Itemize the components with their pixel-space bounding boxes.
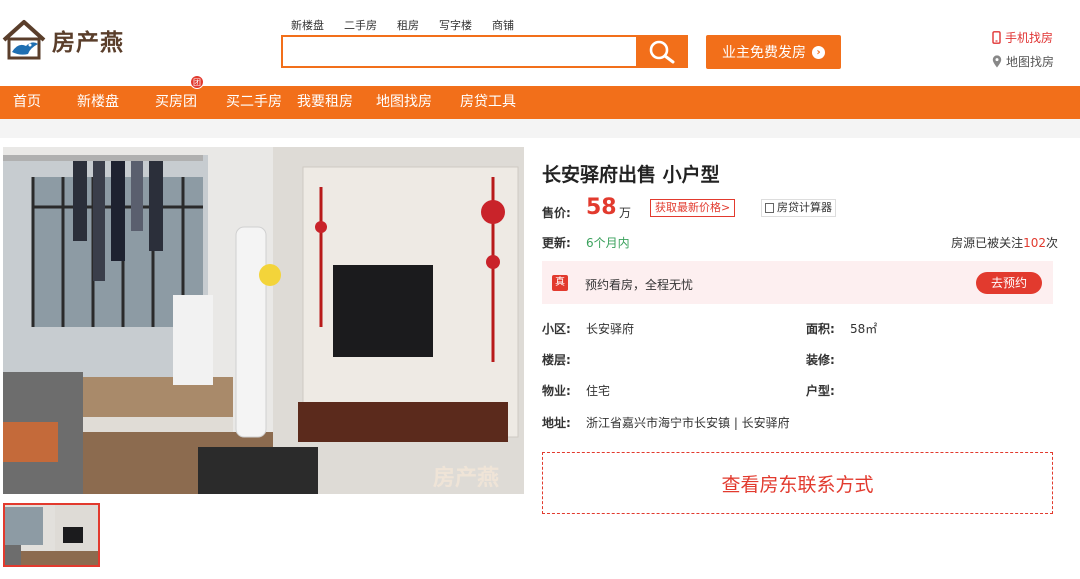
- site-logo[interactable]: 房产燕: [0, 14, 140, 66]
- view-landlord-contact-button[interactable]: 查看房东联系方式: [542, 452, 1053, 514]
- search-input[interactable]: [283, 37, 603, 66]
- area-value: 58㎡: [850, 322, 878, 336]
- follow-suffix: 次: [1045, 236, 1058, 250]
- property-type-value: 住宅: [586, 384, 611, 398]
- price-unit: 万: [619, 206, 632, 220]
- free-post-listing-button[interactable]: 业主免费发房 ›: [706, 35, 841, 69]
- house-bird-logo-icon: [2, 20, 46, 60]
- search-category-tabs: 新楼盘 二手房 租房 写字楼 商铺: [291, 17, 534, 33]
- search-box: [281, 35, 636, 68]
- search-tab-new-homes[interactable]: 新楼盘: [291, 17, 324, 33]
- map-link-label: 地图找房: [1006, 55, 1055, 69]
- site-header: 房产燕 新楼盘 二手房 租房 写字楼 商铺 业主免费发房 › 手机找房 地图找房: [0, 0, 1080, 86]
- search-button[interactable]: [636, 35, 688, 68]
- follow-prefix: 房源已被关注: [951, 236, 1024, 250]
- mobile-link-label: 手机找房: [1005, 31, 1054, 45]
- community-label: 小区:: [542, 322, 571, 336]
- thumbnail-image: [5, 505, 98, 565]
- group-buy-badge: 团: [190, 75, 204, 89]
- price-label: 售价:: [542, 206, 571, 220]
- photo-thumbnail-1[interactable]: [3, 503, 100, 567]
- layout-label: 户型:: [806, 384, 835, 398]
- photo-watermark: 房产燕: [433, 465, 499, 491]
- nav-item-map-search[interactable]: 地图找房: [376, 86, 432, 119]
- logo-text: 房产燕: [52, 30, 124, 56]
- price-value: 58: [586, 195, 617, 220]
- search-icon: [649, 40, 675, 63]
- search-tab-second-hand[interactable]: 二手房: [344, 17, 377, 33]
- get-latest-price-button[interactable]: 获取最新价格>: [650, 199, 736, 217]
- nav-item-home[interactable]: 首页: [13, 86, 41, 119]
- nav-item-mortgage-tools[interactable]: 房贷工具: [460, 86, 516, 119]
- update-label: 更新:: [542, 236, 571, 250]
- mobile-find-home-link[interactable]: 手机找房: [992, 29, 1053, 46]
- listing-title: 长安驿府出售 小户型: [542, 164, 720, 186]
- property-type-label: 物业:: [542, 384, 571, 398]
- community-value: 长安驿府: [586, 322, 635, 336]
- calculator-label: 房贷计算器: [777, 201, 832, 214]
- floor-label: 楼层:: [542, 353, 571, 367]
- search-tab-shop[interactable]: 商铺: [492, 17, 514, 33]
- follow-count-text: 房源已被关注102次: [951, 234, 1058, 251]
- calculator-icon: [765, 203, 774, 213]
- arrow-right-icon: ›: [812, 45, 825, 59]
- location-pin-icon: [992, 55, 1002, 68]
- book-viewing-button[interactable]: 去预约: [976, 272, 1042, 294]
- appointment-text: 预约看房，全程无忧: [585, 278, 694, 292]
- listing-content: 房产燕 长安驿府出售 小户型 售价: 58 万 获取最新价格> 房贷计算器 更新…: [0, 138, 1080, 579]
- map-find-home-link[interactable]: 地图找房: [992, 53, 1054, 70]
- area-label: 面积:: [806, 322, 835, 336]
- nav-item-group-buy[interactable]: 买房团: [155, 86, 197, 119]
- nav-item-buy-second-hand[interactable]: 买二手房: [226, 86, 282, 119]
- address-label: 地址:: [542, 416, 571, 430]
- post-button-label: 业主免费发房: [722, 45, 806, 61]
- nav-item-new-homes[interactable]: 新楼盘: [77, 86, 119, 119]
- address-value: 浙江省嘉兴市海宁市长安镇 | 长安驿府: [586, 416, 790, 430]
- living-room-photo-image: 房产燕: [3, 147, 524, 494]
- mortgage-calculator-button[interactable]: 房贷计算器: [761, 199, 836, 217]
- search-tab-rent[interactable]: 租房: [397, 17, 419, 33]
- nav-item-rent[interactable]: 我要租房: [297, 86, 353, 119]
- appointment-banner: 真 预约看房，全程无忧 去预约: [542, 261, 1053, 304]
- follow-count: 102: [1023, 236, 1046, 250]
- main-listing-photo[interactable]: 房产燕: [3, 147, 524, 494]
- verified-badge-icon: 真: [552, 275, 568, 291]
- search-tab-office[interactable]: 写字楼: [439, 17, 472, 33]
- decoration-label: 装修:: [806, 353, 835, 367]
- main-nav: 首页 新楼盘 买房团 团 买二手房 我要租房 地图找房 房贷工具: [0, 75, 1080, 119]
- phone-icon: [992, 31, 1001, 44]
- update-value: 6个月内: [586, 236, 630, 250]
